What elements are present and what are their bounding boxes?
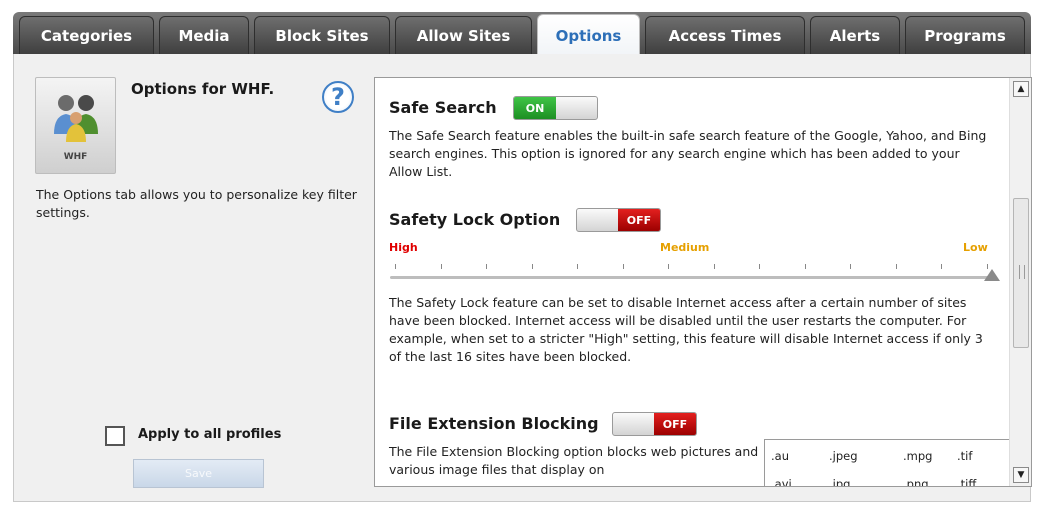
- toggle-off-label: OFF: [618, 209, 660, 231]
- safe-search-title: Safe Search: [389, 98, 497, 117]
- extension-item: .avi: [771, 477, 792, 487]
- toggle-off-label: OFF: [654, 413, 696, 435]
- vertical-scrollbar[interactable]: ▲ ▼: [1009, 78, 1031, 486]
- safety-lock-slider-thumb[interactable]: [984, 269, 1000, 281]
- safety-lock-toggle[interactable]: OFF: [576, 208, 661, 232]
- family-icon: [54, 95, 98, 142]
- safe-search-text: The Safe Search feature enables the buil…: [389, 128, 987, 179]
- safety-lock-title: Safety Lock Option: [389, 210, 561, 229]
- tab-programs[interactable]: Programs: [905, 16, 1025, 54]
- slider-tick: [713, 264, 715, 269]
- apply-all-label: Apply to all profiles: [138, 427, 282, 442]
- tab-bar: Categories Media Block Sites Allow Sites…: [13, 12, 1031, 56]
- profile-name: WHF: [63, 152, 88, 162]
- tab-categories[interactable]: Categories: [19, 16, 154, 54]
- tab-alerts[interactable]: Alerts: [810, 16, 900, 54]
- toggle-on-label: ON: [514, 97, 556, 119]
- profile-avatar: WHF: [35, 77, 116, 174]
- file-ext-text: The File Extension Blocking option block…: [389, 444, 759, 477]
- safe-search-toggle[interactable]: ON: [513, 96, 598, 120]
- options-title: Options for WHF.: [131, 80, 275, 98]
- slider-tick: [850, 264, 851, 269]
- extension-item: .jpg: [829, 477, 851, 487]
- slider-tick: [395, 264, 396, 269]
- slider-tick: [759, 264, 760, 269]
- slider-tick: [622, 264, 624, 269]
- safety-lock-slider-track[interactable]: [390, 276, 992, 279]
- slider-tick: [486, 264, 487, 269]
- slider-tick: [440, 264, 442, 269]
- scroll-down-icon[interactable]: ▼: [1013, 467, 1029, 483]
- options-scroll-area[interactable]: Safe Search ON The Safe Search feature e…: [374, 77, 1032, 487]
- tab-options[interactable]: Options: [537, 14, 640, 56]
- slider-tick: [941, 264, 942, 269]
- level-low-label: Low: [963, 241, 988, 254]
- extension-item: .tif: [957, 449, 973, 463]
- extension-item: .png: [903, 477, 929, 487]
- level-medium-label: Medium: [660, 241, 710, 254]
- slider-tick: [531, 264, 533, 269]
- tab-block-sites[interactable]: Block Sites: [254, 16, 390, 54]
- scroll-thumb[interactable]: [1013, 198, 1029, 348]
- file-ext-title: File Extension Blocking: [389, 414, 599, 433]
- file-ext-toggle[interactable]: OFF: [612, 412, 697, 436]
- tab-access-times[interactable]: Access Times: [645, 16, 805, 54]
- extension-item: .tiff: [957, 477, 977, 487]
- options-description: The Options tab allows you to personaliz…: [36, 187, 357, 220]
- extension-item: .au: [771, 449, 789, 463]
- slider-tick: [668, 264, 669, 269]
- slider-tick: [895, 264, 897, 269]
- apply-all-checkbox[interactable]: [105, 426, 125, 446]
- level-high-label: High: [389, 241, 418, 254]
- help-icon[interactable]: ?: [322, 81, 354, 113]
- tab-media[interactable]: Media: [159, 16, 249, 54]
- scroll-up-icon[interactable]: ▲: [1013, 81, 1029, 97]
- save-button[interactable]: Save: [133, 459, 264, 488]
- tab-allow-sites[interactable]: Allow Sites: [395, 16, 532, 54]
- extension-item: .mpg: [903, 449, 933, 463]
- extension-item: .jpeg: [829, 449, 858, 463]
- slider-tick: [577, 264, 578, 269]
- slider-tick: [804, 264, 806, 269]
- extension-list[interactable]: .au .jpeg .mpg .tif .avi .jpg .png .tiff: [764, 439, 1016, 487]
- safety-lock-text: The Safety Lock feature can be set to di…: [389, 295, 983, 364]
